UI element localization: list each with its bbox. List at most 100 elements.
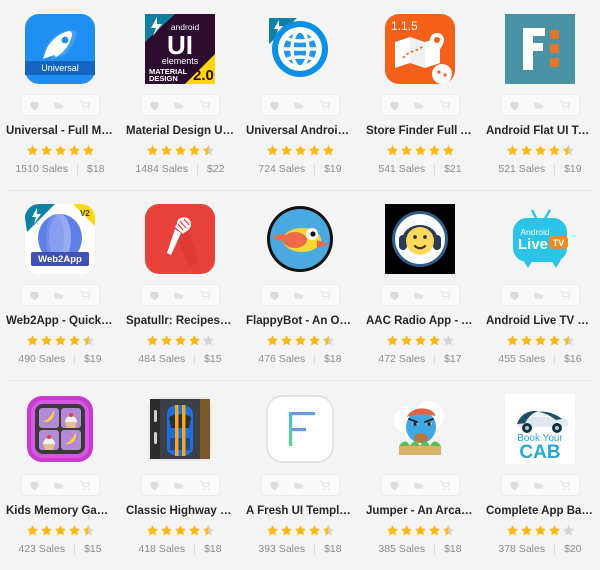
product-title[interactable]: Classic Highway Ca... [124,504,236,518]
product-thumbnail[interactable]: 1.1.5 [364,10,476,88]
cart-icon[interactable] [558,478,573,493]
sales-count: 521 Sales [498,163,546,175]
product-title[interactable]: Store Finder Full An... [364,124,476,138]
product-thumbnail[interactable]: Book Your CAB [484,390,596,468]
rating-stars [244,143,356,157]
cart-icon[interactable] [198,98,213,113]
product-price: $16 [564,353,582,365]
product-title[interactable]: Android Live TV with... [484,314,596,328]
folder-icon[interactable] [412,288,427,303]
heart-icon[interactable] [147,98,162,113]
folder-icon[interactable] [172,288,187,303]
product-card[interactable]: Universal Android W... 724 Sales $19 [240,0,360,190]
product-card[interactable]: Jumper - An Arcade ... 385 Sales $18 [360,380,480,570]
card-actions [140,94,220,116]
cart-icon[interactable] [438,478,453,493]
product-card[interactable]: android UI elements MATERIAL DESIGN 2.0 … [120,0,240,190]
cart-icon[interactable] [558,288,573,303]
product-title[interactable]: Material Design UI A... [124,124,236,138]
product-thumbnail[interactable] [244,200,356,278]
folder-icon[interactable] [172,98,187,113]
folder-icon[interactable] [412,478,427,493]
product-card[interactable]: Kids Memory Game ... 423 Sales $15 [0,380,120,570]
product-title[interactable]: FlappyBot - An Obst... [244,314,356,328]
product-title[interactable]: Complete App Base... [484,504,596,518]
product-price: $18 [324,353,342,365]
folder-icon[interactable] [52,478,67,493]
product-thumbnail[interactable] [4,390,116,468]
product-card[interactable]: Android Flat UI Tem... 521 Sales $19 [480,0,600,190]
product-card[interactable]: V2 Web2App Web2App - Quickest... 490 Sal… [0,190,120,380]
product-thumbnail[interactable] [484,10,596,88]
product-card[interactable]: Classic Highway Ca... 418 Sales $18 [120,380,240,570]
product-card[interactable]: Book Your CAB Complete App Base... 378 S… [480,380,600,570]
folder-icon[interactable] [292,478,307,493]
heart-icon[interactable] [507,98,522,113]
heart-icon[interactable] [507,288,522,303]
cart-icon[interactable] [198,288,213,303]
product-card[interactable]: Android Live TV Android Live TV with... … [480,190,600,380]
product-thumbnail[interactable] [124,200,236,278]
heart-icon[interactable] [27,98,42,113]
folder-icon[interactable] [532,288,547,303]
svg-text:Live: Live [518,236,548,253]
folder-icon[interactable] [292,98,307,113]
heart-icon[interactable] [267,288,282,303]
cart-icon[interactable] [78,478,93,493]
fresh-ui-f-icon [265,394,335,464]
sales-count: 476 Sales [258,353,306,365]
folder-icon[interactable] [532,478,547,493]
product-title[interactable]: Jumper - An Arcade ... [364,504,476,518]
product-title[interactable]: Android Flat UI Tem... [484,124,596,138]
product-title[interactable]: Universal Android W... [244,124,356,138]
product-thumbnail[interactable] [244,10,356,88]
cart-icon[interactable] [318,288,333,303]
product-thumbnail[interactable] [364,200,476,278]
heart-icon[interactable] [147,288,162,303]
heart-icon[interactable] [387,98,402,113]
folder-icon[interactable] [52,98,67,113]
heart-icon[interactable] [27,288,42,303]
heart-icon[interactable] [267,478,282,493]
heart-icon[interactable] [507,478,522,493]
folder-icon[interactable] [52,288,67,303]
heart-icon[interactable] [387,288,402,303]
product-title[interactable]: Web2App - Quickest... [4,314,116,328]
rating-stars [244,523,356,537]
product-thumbnail[interactable]: android UI elements MATERIAL DESIGN 2.0 [124,10,236,88]
product-title[interactable]: Spatullr: Recipes Ap... [124,314,236,328]
product-card[interactable]: A Fresh UI Template... 393 Sales $18 [240,380,360,570]
product-card[interactable]: FlappyBot - An Obst... 476 Sales $18 [240,190,360,380]
product-card[interactable]: AAC Radio App - An... 472 Sales $17 [360,190,480,380]
folder-icon[interactable] [532,98,547,113]
product-thumbnail[interactable] [124,390,236,468]
heart-icon[interactable] [27,478,42,493]
folder-icon[interactable] [412,98,427,113]
cart-icon[interactable] [198,478,213,493]
card-actions [380,474,460,496]
cart-icon[interactable] [318,98,333,113]
cart-icon[interactable] [438,288,453,303]
product-title[interactable]: Kids Memory Game ... [4,504,116,518]
product-thumbnail[interactable] [244,390,356,468]
product-title[interactable]: A Fresh UI Template... [244,504,356,518]
heart-icon[interactable] [147,478,162,493]
product-thumbnail[interactable] [364,390,476,468]
product-title[interactable]: Universal - Full Multi... [4,124,116,138]
folder-icon[interactable] [292,288,307,303]
product-title[interactable]: AAC Radio App - An... [364,314,476,328]
cart-icon[interactable] [78,98,93,113]
product-thumbnail[interactable]: V2 Web2App [4,200,116,278]
folder-icon[interactable] [172,478,187,493]
product-card[interactable]: 1.1.5 Store Finder Full An... 541 Sales … [360,0,480,190]
product-thumbnail[interactable]: Universal [4,10,116,88]
heart-icon[interactable] [387,478,402,493]
product-card[interactable]: Spatullr: Recipes Ap... 484 Sales $15 [120,190,240,380]
product-card[interactable]: Universal Universal - Full Multi... 1510… [0,0,120,190]
product-thumbnail[interactable]: Android Live TV [484,200,596,278]
heart-icon[interactable] [267,98,282,113]
cart-icon[interactable] [438,98,453,113]
cart-icon[interactable] [78,288,93,303]
cart-icon[interactable] [318,478,333,493]
cart-icon[interactable] [558,98,573,113]
